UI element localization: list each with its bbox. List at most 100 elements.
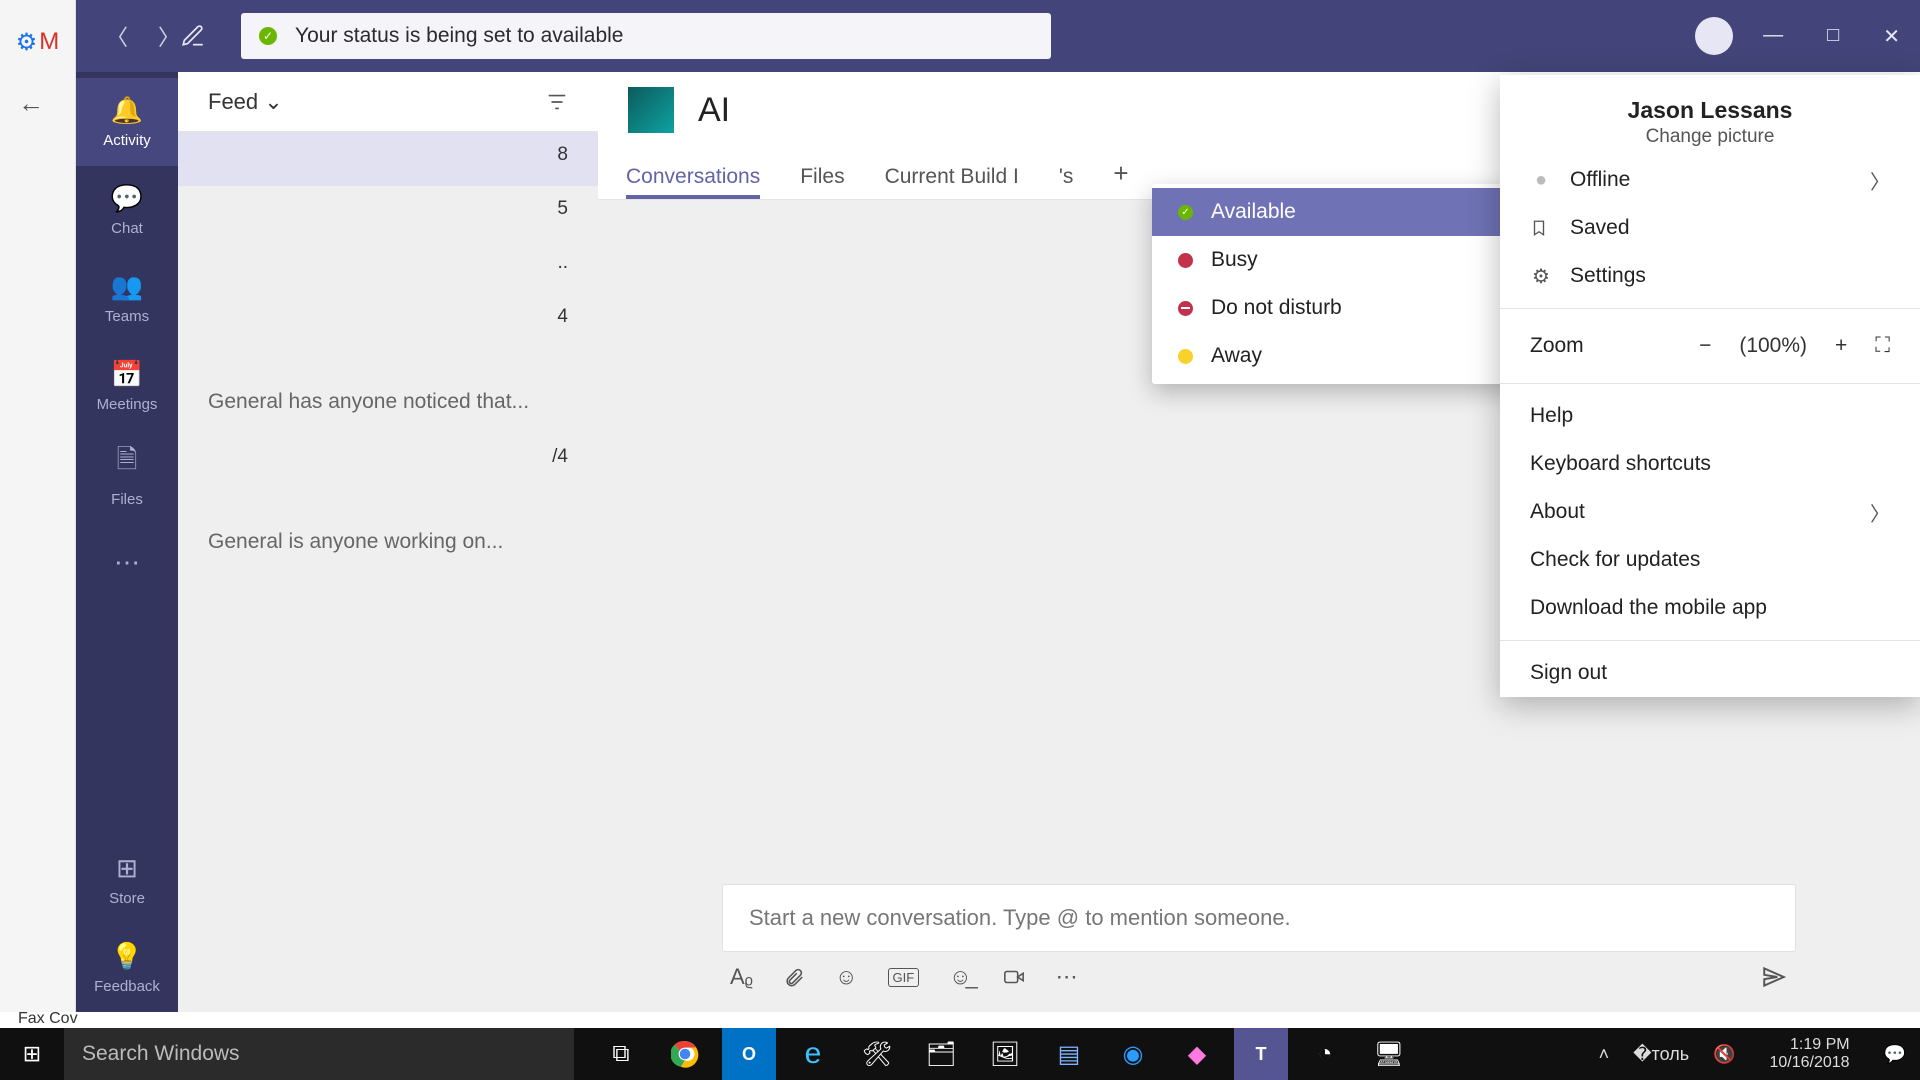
feed-preview: General is anyone working on...	[208, 530, 568, 554]
gear-icon[interactable]: ⚙	[16, 28, 38, 57]
nav-forward-icon[interactable]: 〉	[158, 20, 180, 52]
profile-avatar[interactable]	[1695, 17, 1733, 55]
more-icon[interactable]: ⋯	[1056, 964, 1078, 990]
status-dnd[interactable]: Do not disturb	[1152, 284, 1518, 332]
rail-meetings[interactable]: 📅 Meetings	[76, 342, 178, 430]
status-dnd-label: Do not disturb	[1211, 296, 1342, 320]
rail-store[interactable]: ⊞ Store	[76, 836, 178, 924]
attach-icon[interactable]	[783, 966, 805, 988]
profile-signout[interactable]: Sign out	[1500, 649, 1920, 697]
zoom-out-button[interactable]: −	[1699, 334, 1711, 358]
feed-item[interactable]: 5	[178, 186, 598, 240]
tab-extra[interactable]: 's	[1059, 165, 1074, 199]
profile-name: Jason Lessans	[1530, 97, 1890, 124]
chevron-down-icon: ⌄	[264, 89, 282, 114]
rail-more[interactable]: ⋯	[76, 518, 178, 606]
composer-area: Start a new conversation. Type @ to ment…	[722, 884, 1796, 1002]
nav-back-icon[interactable]: 〈	[106, 20, 128, 52]
send-icon[interactable]	[1760, 964, 1788, 990]
taskbar-clock[interactable]: 1:19 PM 10/16/2018	[1760, 1036, 1860, 1072]
rail-files-label: Files	[111, 491, 143, 508]
rail-teams[interactable]: 👥 Teams	[76, 254, 178, 342]
profile-shortcuts[interactable]: Keyboard shortcuts	[1500, 440, 1920, 488]
tray-chevron-icon[interactable]: ˄	[1599, 1044, 1610, 1065]
change-picture-link[interactable]: Change picture	[1530, 126, 1890, 148]
taskbar-explorer-icon[interactable]: 🗂	[914, 1028, 968, 1080]
taskbar-edge-icon[interactable]: e	[786, 1028, 840, 1080]
profile-settings[interactable]: ⚙ Settings	[1500, 252, 1920, 300]
profile-offline-label: Offline	[1570, 168, 1630, 192]
start-button[interactable]: ⊞	[0, 1028, 64, 1080]
window-maximize-icon[interactable]: □	[1827, 24, 1839, 49]
tray-wifi-icon[interactable]: �толь	[1633, 1044, 1689, 1065]
gmail-icon[interactable]: M	[39, 28, 59, 57]
check-icon: ✓	[259, 27, 277, 45]
feed-count: /4	[552, 446, 568, 468]
bell-icon: 🔔	[111, 95, 143, 126]
taskbar-app4-icon[interactable]: ◔	[1298, 1028, 1352, 1080]
taskbar-chrome-icon[interactable]	[658, 1028, 712, 1080]
profile-saved[interactable]: Saved	[1500, 204, 1920, 252]
status-away[interactable]: Away	[1152, 332, 1518, 380]
feed-count: 4	[557, 306, 568, 328]
chat-icon: 💬	[111, 183, 143, 214]
meet-now-icon[interactable]	[1002, 966, 1026, 988]
compose-icon[interactable]	[180, 23, 206, 49]
task-view-icon[interactable]: ⧉	[594, 1028, 648, 1080]
profile-settings-label: Settings	[1570, 264, 1646, 288]
window-minimize-icon[interactable]: —	[1763, 24, 1783, 49]
taskbar-app1-icon[interactable]: ▤	[1042, 1028, 1096, 1080]
profile-saved-label: Saved	[1570, 216, 1630, 240]
profile-download[interactable]: Download the mobile app	[1500, 584, 1920, 632]
profile-status-row[interactable]: ● Offline 〉	[1500, 156, 1920, 204]
status-busy[interactable]: Busy	[1152, 236, 1518, 284]
emoji-icon[interactable]: ☺	[835, 964, 857, 990]
profile-help[interactable]: Help	[1500, 392, 1920, 440]
sticker-icon[interactable]: ☺̲	[949, 964, 971, 990]
taskbar-photos-icon[interactable]: 🖼	[978, 1028, 1032, 1080]
profile-about[interactable]: About〉	[1500, 488, 1920, 536]
filter-icon[interactable]	[546, 91, 568, 113]
taskbar-tools-icon[interactable]: 🛠	[850, 1028, 904, 1080]
rail-activity[interactable]: 🔔 Activity	[76, 78, 178, 166]
feed-item[interactable]: 8	[178, 132, 598, 186]
action-center-icon[interactable]: 💬	[1884, 1044, 1906, 1065]
tab-add[interactable]: +	[1113, 158, 1128, 199]
fullscreen-icon[interactable]: ⛶	[1875, 334, 1890, 358]
feed-item[interactable]: ..	[178, 240, 598, 294]
tab-current-build[interactable]: Current Build I	[885, 165, 1019, 199]
rail-teams-label: Teams	[105, 308, 149, 325]
status-available[interactable]: ✓ Available	[1152, 188, 1518, 236]
window-close-icon[interactable]: ✕	[1883, 24, 1900, 49]
format-icon[interactable]: Aᵨ	[730, 964, 753, 990]
rail-chat[interactable]: 💬 Chat	[76, 166, 178, 254]
gif-icon[interactable]: GIF	[888, 968, 920, 987]
profile-zoom: Zoom − (100%) + ⛶	[1500, 317, 1920, 375]
busy-dot-icon	[1178, 253, 1193, 268]
feed-count: ..	[557, 252, 568, 274]
composer-input[interactable]: Start a new conversation. Type @ to ment…	[722, 884, 1796, 952]
rail-files[interactable]: 🗎 Files	[76, 430, 178, 518]
taskbar-search[interactable]: Search Windows	[64, 1028, 574, 1080]
taskbar: ⊞ Search Windows ⧉ O e 🛠 🗂 🖼 ▤ ◉ ◆ T ◔ 🖥…	[0, 1028, 1920, 1080]
feed-dropdown[interactable]: Feed ⌄	[208, 89, 283, 115]
feed-item[interactable]: /4 General is anyone working on...	[178, 434, 598, 574]
tab-files[interactable]: Files	[800, 165, 844, 199]
tab-conversations[interactable]: Conversations	[626, 165, 760, 199]
rail-meetings-label: Meetings	[97, 396, 158, 413]
tray-volume-icon[interactable]: 🔇	[1713, 1044, 1735, 1065]
taskbar-app5-icon[interactable]: 🖥	[1362, 1028, 1416, 1080]
taskbar-teams-icon[interactable]: T	[1234, 1028, 1288, 1080]
taskbar-outlook-icon[interactable]: O	[722, 1028, 776, 1080]
offline-dot-icon: ●	[1530, 169, 1552, 192]
zoom-in-button[interactable]: +	[1835, 334, 1847, 358]
browser-back-icon[interactable]: ←	[18, 88, 44, 119]
profile-updates[interactable]: Check for updates	[1500, 536, 1920, 584]
taskbar-app2-icon[interactable]: ◉	[1106, 1028, 1160, 1080]
status-banner-text: Your status is being set to available	[295, 24, 623, 48]
chevron-right-icon: 〉	[1870, 166, 1890, 195]
feed-item[interactable]: 4 General has anyone noticed that...	[178, 294, 598, 434]
taskbar-app3-icon[interactable]: ◆	[1170, 1028, 1224, 1080]
taskbar-date: 10/16/2018	[1770, 1054, 1850, 1072]
rail-feedback[interactable]: 💡 Feedback	[76, 924, 178, 1012]
